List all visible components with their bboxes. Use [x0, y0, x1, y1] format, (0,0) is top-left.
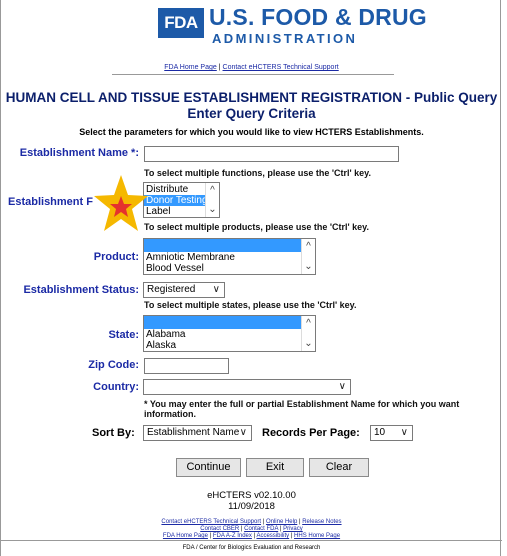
product-option-amniotic-membrane[interactable]: Amniotic Membrane — [144, 252, 315, 263]
name-note: * You may enter the full or partial Esta… — [144, 399, 464, 419]
function-scrollbar[interactable]: ^ ⌄ — [205, 183, 219, 217]
footer-hhs-home-link[interactable]: HHS Home Page — [294, 533, 340, 539]
link-separator: | — [290, 533, 293, 539]
link-separator: | — [218, 64, 221, 71]
top-links: FDA Home Page | Contact eHCTERS Technica… — [1, 64, 502, 71]
link-separator: | — [209, 533, 212, 539]
footer-fda-home-link[interactable]: FDA Home Page — [163, 533, 208, 539]
state-option-blank[interactable] — [144, 316, 315, 329]
functions-hint: To select multiple functions, please use… — [144, 168, 372, 178]
sort-by-select[interactable]: Establishment Name ∨ — [143, 425, 252, 441]
fda-logo-subtitle: ADMINISTRATION — [212, 31, 358, 46]
fda-logo-title: U.S. FOOD & DRUG — [209, 4, 427, 30]
footer-release-notes-link[interactable]: Release Notes — [302, 519, 341, 525]
states-hint: To select multiple states, please use th… — [144, 300, 357, 310]
records-per-page-value: 10 — [374, 427, 386, 438]
link-separator: | — [240, 526, 243, 532]
version-date: 11/09/2018 — [228, 501, 275, 512]
sort-by-label: Sort By: — [92, 427, 135, 439]
footer-privacy-link[interactable]: Privacy — [283, 526, 303, 532]
establishment-status-label: Establishment Status: — [23, 284, 139, 296]
footer-links-row3: FDA Home Page | FDA A-Z Index | Accessib… — [1, 533, 502, 540]
zip-code-label: Zip Code: — [88, 359, 139, 371]
scroll-up-icon[interactable]: ^ — [206, 184, 219, 197]
footer-az-index-link[interactable]: FDA A-Z Index — [213, 533, 252, 539]
sort-by-value: Establishment Name — [147, 427, 240, 438]
state-label: State: — [108, 329, 139, 341]
records-per-page-label: Records Per Page: — [262, 427, 360, 439]
state-option-alaska[interactable]: Alaska — [144, 340, 315, 351]
scroll-up-icon[interactable]: ^ — [302, 317, 315, 330]
establishment-name-label: Establishment Name *: — [19, 147, 139, 159]
chevron-down-icon: ∨ — [212, 284, 220, 295]
continue-button[interactable]: Continue — [176, 458, 241, 477]
scroll-down-icon[interactable]: ⌄ — [302, 337, 315, 350]
header-divider — [112, 74, 394, 75]
footer-contact-cber-link[interactable]: Contact CBER — [200, 526, 239, 532]
state-scrollbar[interactable]: ^ ⌄ — [301, 316, 315, 351]
establishment-function-label: Establishment F — [8, 196, 93, 208]
scroll-up-icon[interactable]: ^ — [302, 240, 315, 253]
footer-online-help-link[interactable]: Online Help — [266, 519, 297, 525]
country-select[interactable]: ∨ — [143, 379, 351, 395]
product-option-blank[interactable] — [144, 239, 315, 252]
zip-code-input[interactable] — [144, 358, 229, 374]
establishment-status-select[interactable]: Registered ∨ — [143, 282, 225, 298]
footer-contact-support-link[interactable]: Contact eHCTERS Technical Support — [161, 519, 261, 525]
version-text: eHCTERS v02.10.00 — [207, 490, 296, 501]
exit-button[interactable]: Exit — [246, 458, 304, 477]
footer-accessibility-link[interactable]: Accessibility — [256, 533, 289, 539]
page-frame: FDA U.S. FOOD & DRUG ADMINISTRATION FDA … — [0, 0, 502, 556]
product-listbox[interactable]: Amniotic Membrane Blood Vessel ^ ⌄ — [143, 238, 316, 275]
chevron-down-icon: ∨ — [400, 427, 408, 438]
contact-support-link[interactable]: Contact eHCTERS Technical Support — [223, 64, 339, 71]
link-separator: | — [298, 519, 301, 525]
page-title: HUMAN CELL AND TISSUE ESTABLISHMENT REGI… — [1, 90, 502, 122]
clear-button[interactable]: Clear — [309, 458, 369, 477]
product-scrollbar[interactable]: ^ ⌄ — [301, 239, 315, 274]
star-icon — [94, 175, 148, 231]
country-label: Country: — [93, 381, 139, 393]
establishment-function-listbox[interactable]: Distribute Donor Testing Label ^ ⌄ — [143, 182, 220, 218]
footer-credit: FDA / Center for Biologics Evaluation an… — [182, 545, 321, 551]
scroll-down-icon[interactable]: ⌄ — [206, 203, 219, 216]
state-option-alabama[interactable]: Alabama — [144, 329, 315, 340]
chevron-down-icon: ∨ — [338, 381, 346, 392]
footer-contact-fda-link[interactable]: Contact FDA — [244, 526, 278, 532]
state-listbox[interactable]: Alabama Alaska ^ ⌄ — [143, 315, 316, 352]
footer-links-row1: Contact eHCTERS Technical Support | Onli… — [1, 519, 502, 526]
products-hint: To select multiple products, please use … — [144, 222, 370, 232]
footer-divider — [1, 540, 502, 541]
page-title-line2: Enter Query Criteria — [187, 106, 316, 121]
page-title-line1: HUMAN CELL AND TISSUE ESTABLISHMENT REGI… — [5, 90, 498, 105]
name-note-line2: information. — [144, 409, 196, 419]
records-per-page-select[interactable]: 10 ∨ — [370, 425, 413, 441]
product-option-blood-vessel[interactable]: Blood Vessel — [144, 263, 315, 274]
establishment-name-input[interactable] — [144, 146, 399, 162]
fda-logo-box: FDA — [158, 8, 204, 38]
scroll-down-icon[interactable]: ⌄ — [302, 260, 315, 273]
link-separator: | — [279, 526, 282, 532]
footer-links-row2: Contact CBER | Contact FDA | Privacy — [1, 526, 502, 533]
establishment-status-value: Registered — [147, 284, 196, 295]
product-label: Product: — [93, 251, 139, 263]
link-separator: | — [262, 519, 265, 525]
fda-home-link[interactable]: FDA Home Page — [164, 64, 217, 71]
instruction-text: Select the parameters for which you woul… — [79, 127, 424, 137]
name-note-line1: * You may enter the full or partial Esta… — [144, 399, 460, 409]
chevron-down-icon: ∨ — [239, 427, 247, 438]
link-separator: | — [253, 533, 256, 539]
